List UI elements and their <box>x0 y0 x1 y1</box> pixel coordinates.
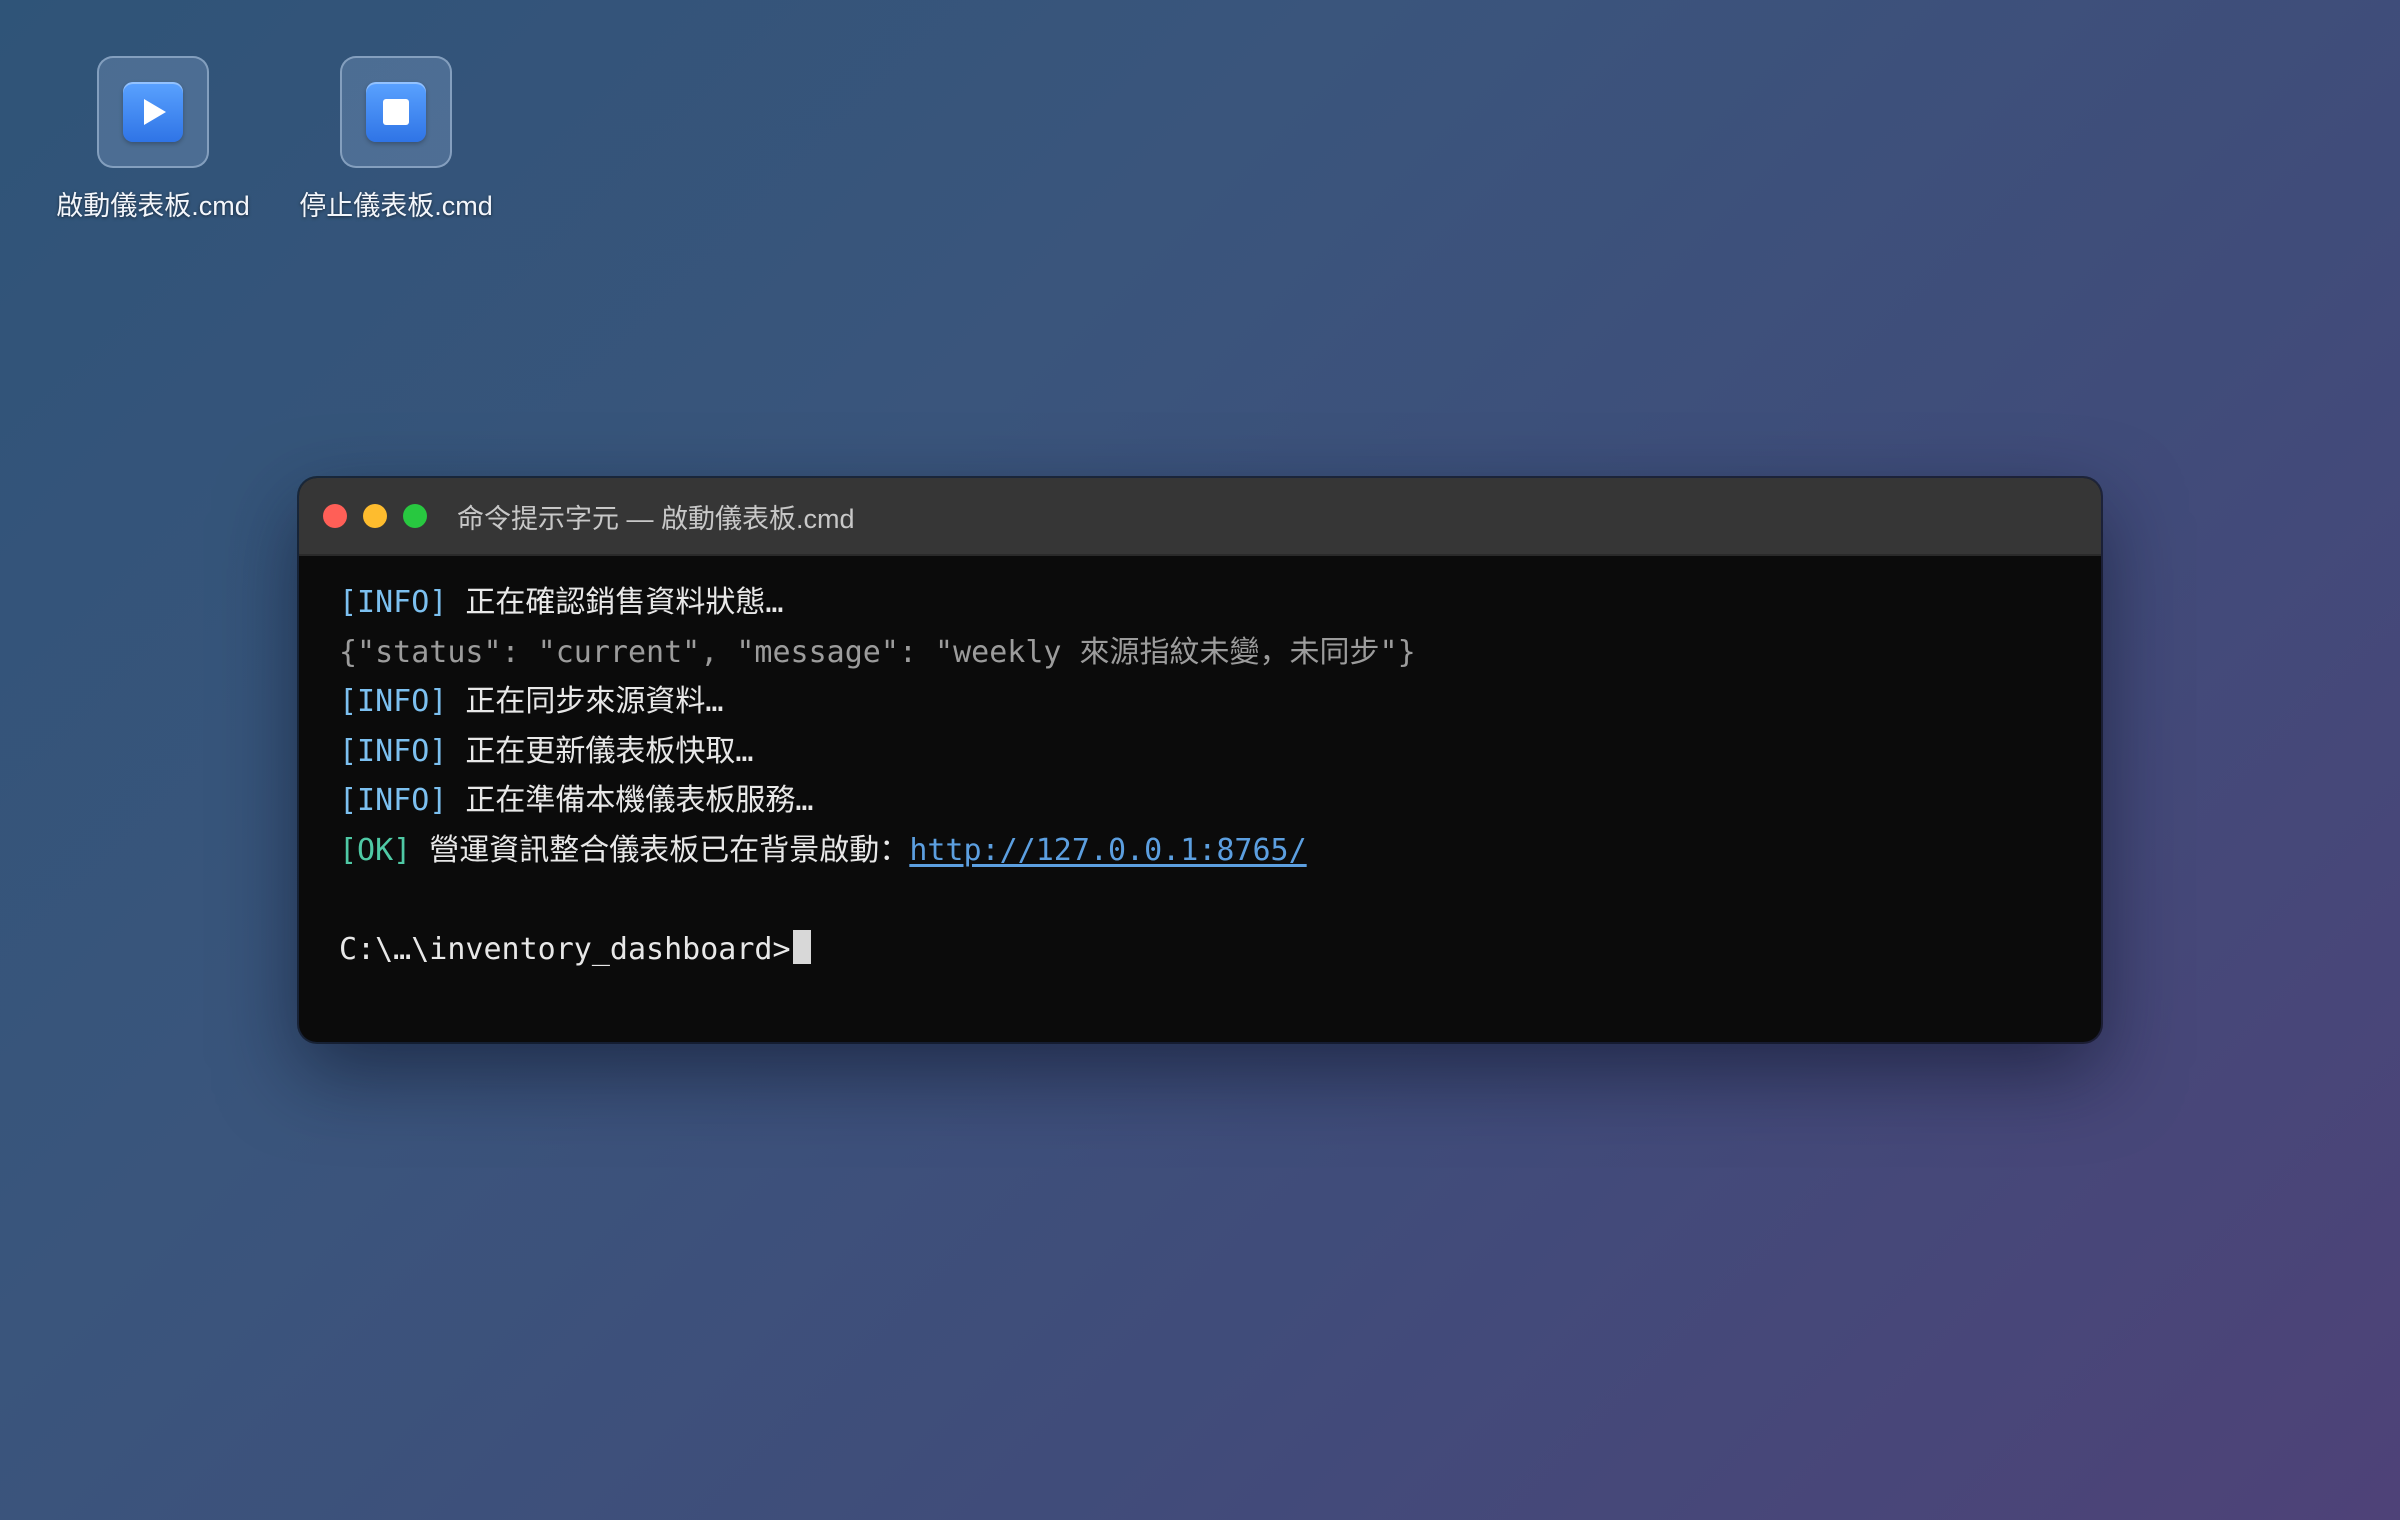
minimize-button[interactable] <box>363 504 387 528</box>
log-text: 正在準備本機儀表板服務… <box>447 783 814 818</box>
command-prompt[interactable]: C:\…\inventory_dashboard> <box>339 925 2061 975</box>
stop-icon <box>366 82 426 142</box>
start-dashboard-tile[interactable] <box>97 56 209 168</box>
info-tag: [INFO] <box>339 684 448 719</box>
log-text: 營運資訊整合儀表板已在背景啟動： <box>411 832 910 868</box>
dashboard-url-link[interactable]: http://127.0.0.1:8765/ <box>909 833 1306 868</box>
close-button[interactable] <box>323 504 347 528</box>
info-tag: [INFO] <box>339 585 448 620</box>
terminal-titlebar[interactable]: 命令提示字元 — 啟動儀表板.cmd <box>299 478 2101 556</box>
log-line: [INFO] 正在更新儀表板快取… <box>339 727 2061 777</box>
desktop-icon-stop-dashboard[interactable]: 停止儀表板.cmd <box>273 56 519 223</box>
zoom-button[interactable] <box>403 504 427 528</box>
log-text: 正在同步來源資料… <box>447 684 724 719</box>
terminal-window[interactable]: 命令提示字元 — 啟動儀表板.cmd [INFO] 正在確認銷售資料狀態… {"… <box>299 478 2101 1042</box>
json-status-line: {"status": "current", "message": "weekly… <box>339 634 1416 670</box>
log-line: [INFO] 正在確認銷售資料狀態… <box>339 578 2061 628</box>
info-tag: [INFO] <box>339 733 448 769</box>
log-line: [INFO] 正在同步來源資料… <box>339 677 2061 727</box>
text-cursor <box>792 930 811 964</box>
terminal-output[interactable]: [INFO] 正在確認銷售資料狀態… {"status": "current",… <box>299 556 2101 974</box>
desktop-icon-start-dashboard[interactable]: 啟動儀表板.cmd <box>30 56 276 223</box>
stop-dashboard-tile[interactable] <box>340 56 452 168</box>
info-tag: [INFO] <box>339 783 448 818</box>
start-dashboard-label: 啟動儀表板.cmd <box>56 191 250 221</box>
window-title: 命令提示字元 — 啟動儀表板.cmd <box>457 503 855 534</box>
log-text: 正在更新儀表板快取… <box>447 733 754 769</box>
log-line: [OK] 營運資訊整合儀表板已在背景啟動：http://127.0.0.1:87… <box>339 826 2061 876</box>
log-line: [INFO] 正在準備本機儀表板服務… <box>339 776 2061 826</box>
log-text: 正在確認銷售資料狀態… <box>447 585 784 620</box>
prompt-path: C:\…\inventory_dashboard> <box>339 931 791 967</box>
ok-tag: [OK] <box>339 832 412 868</box>
stop-dashboard-label: 停止儀表板.cmd <box>299 191 493 221</box>
play-icon <box>123 82 183 142</box>
